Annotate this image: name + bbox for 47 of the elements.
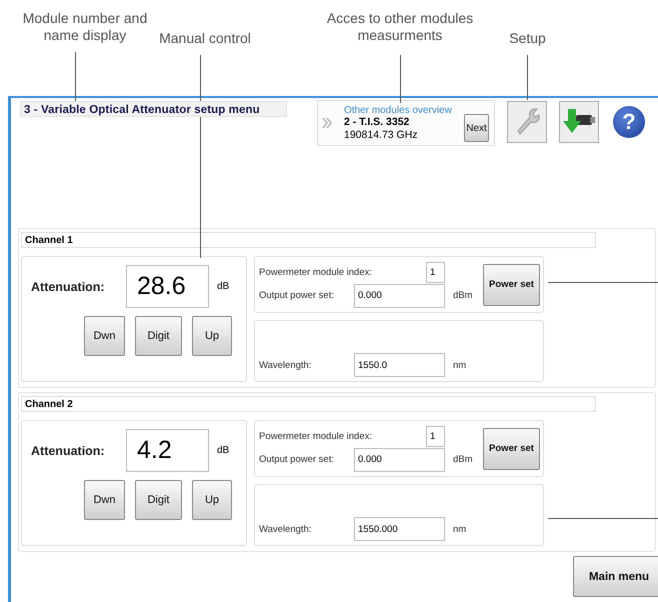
unit-label: dB [217, 445, 230, 456]
chevron-icon [322, 117, 332, 129]
unit-label: nm [453, 524, 466, 534]
index-field[interactable]: 1 [426, 262, 445, 282]
step-button[interactable]: Dwn [84, 316, 125, 356]
index-label: Powermeter module index: [259, 430, 373, 442]
annotation-label: Setup [508, 30, 547, 47]
index-field[interactable]: 1 [426, 426, 445, 446]
step-button[interactable]: Up [192, 316, 232, 356]
unit-label: dBm [453, 290, 473, 301]
power-set-button[interactable]: Power set [483, 264, 540, 306]
wavelength-field[interactable]: 1550.0 [354, 353, 445, 377]
leader-line [400, 55, 401, 103]
attenuation-value[interactable]: 28.6 [126, 265, 209, 308]
unit-label: nm [453, 360, 466, 370]
download-button[interactable] [559, 101, 599, 143]
wavelength-field[interactable]: 1550.000 [354, 517, 445, 541]
annotation-label: Manual control [158, 30, 252, 47]
help-button[interactable]: ? [613, 106, 645, 138]
step-button[interactable]: Dwn [84, 480, 125, 520]
wavelength-label: Wavelength: [259, 360, 312, 370]
module-name: 2 - T.I.S. 3352 [344, 116, 410, 128]
step-button[interactable]: Digit [135, 316, 182, 356]
attenuation-label: Attenuation: [31, 444, 106, 458]
main-menu-button[interactable]: Main menu [573, 556, 658, 597]
wavelength-label: Wavelength: [259, 524, 312, 534]
output-power-field[interactable]: 0.000 [354, 448, 445, 472]
index-label: Powermeter module index: [259, 266, 373, 278]
output-power-label: Output power set: [259, 290, 335, 301]
leader-line [75, 52, 76, 102]
channel-header: Channel 1 [21, 232, 596, 248]
step-button[interactable]: Up [192, 480, 232, 520]
attenuation-value[interactable]: 4.2 [126, 429, 209, 472]
leader-line [527, 55, 528, 100]
channel-header: Channel 2 [21, 396, 596, 412]
annotation-label: Module number and name display [22, 10, 148, 44]
power-set-button[interactable]: Power set [483, 428, 540, 470]
next-button[interactable]: Next [464, 114, 489, 142]
window-title: 3 - Variable Optical Attenuator setup menu [20, 101, 287, 117]
unit-label: dB [217, 281, 230, 292]
unit-label: dBm [453, 454, 473, 465]
module-frequency: 190814.73 GHz [344, 128, 419, 142]
annotation-label: Acces to other modules measurments [326, 10, 474, 44]
output-power-field[interactable]: 0.000 [354, 284, 445, 308]
attenuation-label: Attenuation: [31, 280, 106, 294]
step-button[interactable]: Digit [135, 480, 182, 520]
output-power-label: Output power set: [259, 454, 335, 465]
